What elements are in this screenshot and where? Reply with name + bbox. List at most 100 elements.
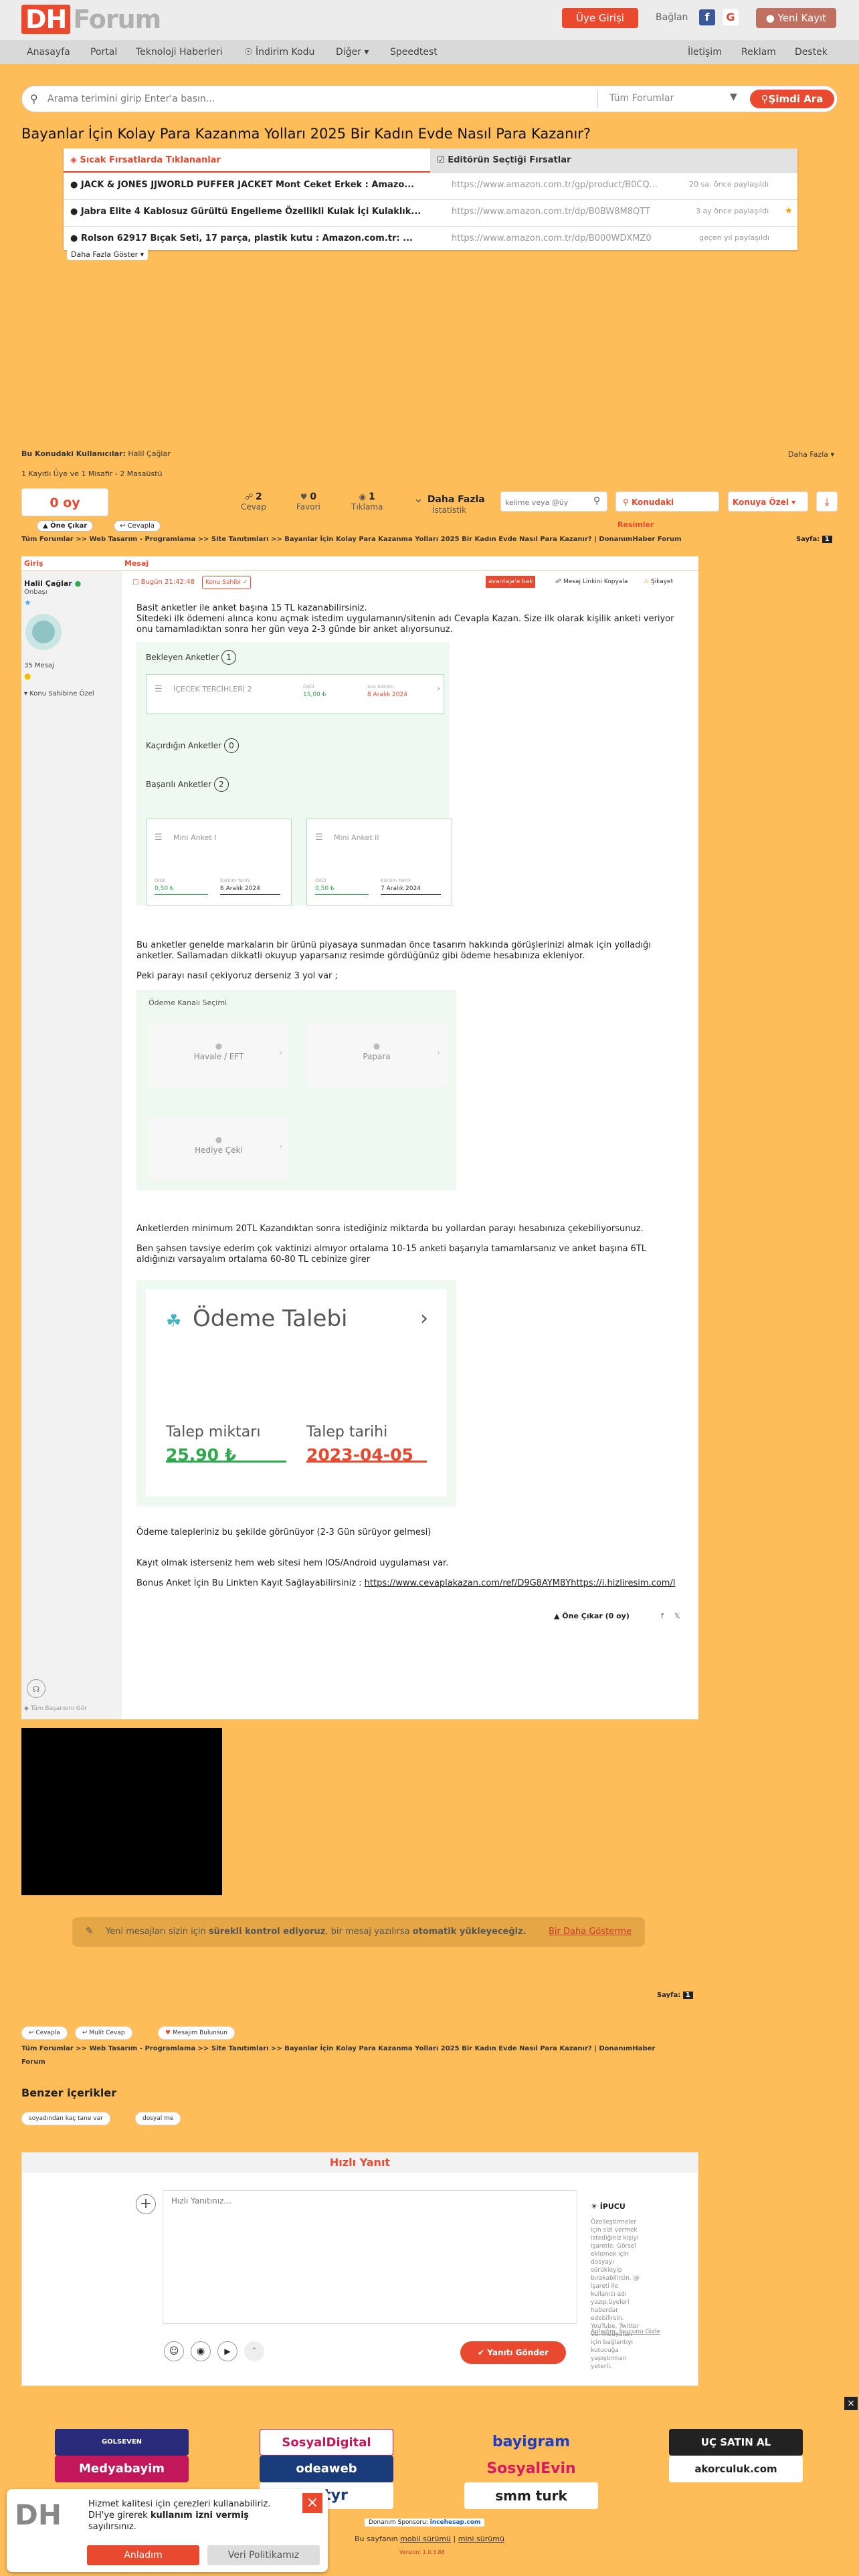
nav-item-tech-news[interactable]: Teknoloji Haberleri <box>136 47 223 58</box>
tab-editor-picks[interactable]: ☑ Editörün Seçtiği Fırsatlar <box>430 148 797 173</box>
scope-dropdown-icon[interactable]: ▼ <box>730 92 737 102</box>
page-label: Sayfa: <box>796 536 820 543</box>
report-button[interactable]: ⚠ Şikayet <box>644 576 673 587</box>
images-link[interactable]: Resimler <box>617 520 654 529</box>
quick-reply-input[interactable] <box>163 2190 577 2324</box>
login-button[interactable]: Üye Girişi <box>562 8 638 28</box>
avatar[interactable] <box>25 614 62 650</box>
mini-version-link[interactable]: mini sürümü <box>458 2535 504 2543</box>
cookie-accept-button[interactable]: Anladım <box>87 2545 199 2565</box>
dismiss-notice-link[interactable]: Bir Daha Gösterme <box>549 1927 632 1937</box>
search-scope-select[interactable]: Tüm Forumlar <box>609 93 674 104</box>
close-icon[interactable]: × <box>302 2493 322 2513</box>
ad-banner[interactable]: bayigram <box>464 2429 598 2456</box>
deal-title[interactable]: ● Rolson 62917 Bıçak Seti, 17 parça, pla… <box>70 233 413 243</box>
ad-banner[interactable]: smm turk <box>464 2482 598 2509</box>
breadcrumb-bottom[interactable]: Tüm Forumlar >> Web Tasarım - Programlam… <box>21 2042 664 2069</box>
ad-banner[interactable]: SosyalEvin <box>464 2456 598 2482</box>
viewer-user[interactable]: Halil Çağlar <box>128 449 170 458</box>
headphones-icon[interactable]: ☊ <box>27 1679 45 1698</box>
logo-dh[interactable]: DH <box>21 5 71 34</box>
facebook-share-icon[interactable]: f <box>661 1611 664 1622</box>
nav-item-portal[interactable]: Portal <box>90 47 117 58</box>
breadcrumb[interactable]: Tüm Forumlar >> Web Tasarım - Programlam… <box>21 536 682 543</box>
nav-item-speedtest[interactable]: Speedtest <box>390 47 438 58</box>
ad-banner[interactable]: akorculuk.com <box>669 2456 803 2482</box>
viewers-more-button[interactable]: Daha Fazla ▾ <box>788 450 834 459</box>
deal-time: 20 sa. önce paylaşıldı <box>689 180 769 189</box>
ad-banner[interactable]: odeaweb <box>260 2456 393 2482</box>
nav-item-other[interactable]: Diğer ▾ <box>336 47 369 58</box>
advantage-badge[interactable]: avantaja'e bak <box>486 576 536 588</box>
search-submit-button[interactable]: ⚲Şimdi Ara <box>750 90 834 108</box>
nav-item-discount[interactable]: ☉ İndirim Kodu <box>244 47 314 58</box>
download-icon[interactable]: ⤓ <box>816 492 838 512</box>
author-menu-button[interactable]: ▾ Konu Sahibine Özel <box>24 690 94 697</box>
video-icon[interactable]: ▶ <box>217 2341 237 2361</box>
author-name[interactable]: Halil Çağlar ● <box>24 579 81 588</box>
ad-banner[interactable]: UÇ SATIN AL <box>669 2429 803 2456</box>
post-date[interactable]: □ Bugün 21:42:48 <box>132 577 195 588</box>
ad-banner[interactable]: Medyabayim <box>55 2456 189 2482</box>
topic-search-input[interactable] <box>505 496 589 508</box>
google-icon[interactable]: G <box>723 9 739 25</box>
x-share-icon[interactable]: 𝕏 <box>674 1611 680 1622</box>
follow-button[interactable]: ♥ Mesajım Bulunsun <box>158 2026 235 2040</box>
ad-banner[interactable]: GOLSEVEN <box>55 2429 189 2456</box>
register-button[interactable]: ● Yeni Kayıt <box>756 8 836 28</box>
tab-hot-label: Sıcak Fırsatlarda Tıklananlar <box>80 155 221 165</box>
deal-row[interactable]: ● Jabra Elite 4 Kablosuz Gürültü Engelle… <box>64 199 797 223</box>
page-current[interactable]: 1 <box>682 1992 693 1999</box>
percent-icon: ☉ <box>244 47 256 58</box>
more-stats-button[interactable]: ⌄ Daha Fazla İstatistik <box>413 492 485 515</box>
expand-icon[interactable]: ⌃ <box>244 2341 264 2361</box>
tip-hide-link[interactable]: Anladım, İpucunu Gizle <box>591 2329 660 2335</box>
deal-url[interactable]: https://www.amazon.com.tr/dp/B000WDXMZ0 <box>452 233 652 243</box>
deal-url[interactable]: https://www.amazon.com.tr/gp/product/B0C… <box>452 180 658 190</box>
signature-link[interactable]: ◆ Tüm Başarısını Gör <box>24 1705 87 1712</box>
sponsor-link[interactable]: incehesap.com <box>430 2519 481 2526</box>
topic-special-button[interactable]: Konuya Özel ▾ <box>728 492 808 512</box>
page-label: Sayfa: <box>657 1992 681 1999</box>
site-logo[interactable]: DH Forum <box>21 5 161 34</box>
related-tag[interactable]: dosyal me <box>135 2112 181 2125</box>
deal-title[interactable]: ● Jabra Elite 4 Kablosuz Gürültü Engelle… <box>70 207 421 217</box>
tab-hot-deals[interactable]: ◈ Sıcak Fırsatlarda Tıklananlar <box>64 148 430 173</box>
multi-reply-button[interactable]: ↩ Mulit Cevap <box>75 2026 132 2040</box>
ad-block[interactable] <box>21 1728 222 1895</box>
reply-button[interactable]: ↩ Cevapla <box>21 2026 68 2040</box>
nav-item-ads[interactable]: Reklam <box>741 47 776 58</box>
more-stats-sub: İstatistik <box>432 506 467 515</box>
favs-value: 0 <box>310 492 317 502</box>
related-tag[interactable]: soyadından kaç tane var <box>21 2112 110 2125</box>
logo-forum-text[interactable]: Forum <box>73 5 161 34</box>
upvote-button[interactable]: ▲ Öne Çıkar <box>37 520 94 532</box>
show-more-deals-button[interactable]: Daha Fazla Göster ▾ <box>67 249 149 260</box>
topic-search-select[interactable]: ⚲ Konudaki <box>615 492 719 512</box>
close-icon[interactable]: × <box>844 2397 858 2410</box>
post-upvote-button[interactable]: ▲ Öne Çıkar (0 oy) <box>554 1611 630 1622</box>
camera-icon[interactable]: ◉ <box>191 2341 211 2361</box>
deal-row[interactable]: ● JACK & JONES JJWORLD PUFFER JACKET Mon… <box>64 173 797 197</box>
copy-link-button[interactable]: ☍ Mesaj Linkini Kopyala <box>555 576 628 587</box>
plus-icon[interactable]: + <box>136 2194 156 2214</box>
emoji-icon[interactable]: ☺ <box>164 2341 184 2361</box>
nav-item-contact[interactable]: İletişim <box>688 47 722 58</box>
search-input[interactable] <box>47 90 596 108</box>
ad-banner[interactable]: SosyalDigital <box>260 2429 393 2456</box>
cookie-policy-button[interactable]: Veri Politikamız <box>207 2545 320 2565</box>
mobile-version-link[interactable]: mobil sürümü <box>400 2535 451 2543</box>
facebook-icon[interactable]: f <box>699 9 715 25</box>
send-reply-button[interactable]: ✔ Yanıtı Gönder <box>460 2341 566 2364</box>
bonus-link[interactable]: https://www.cevaplakazan.com/ref/D9G8AYM… <box>365 1578 676 1588</box>
request-amount: 25,90 ₺ <box>166 1446 286 1463</box>
topic-title: Bayanlar İçin Kolay Para Kazanma Yolları… <box>21 126 591 142</box>
deal-url[interactable]: https://www.amazon.com.tr/dp/B0BW8M8QTT <box>452 207 650 217</box>
page-current[interactable]: 1 <box>822 536 832 543</box>
nav-item-support[interactable]: Destek <box>795 47 828 58</box>
search-icon[interactable]: ⚲ <box>593 496 600 506</box>
nav-item-home[interactable]: Anasayfa <box>27 47 70 58</box>
deal-row[interactable]: ● Rolson 62917 Bıçak Seti, 17 parça, pla… <box>64 226 797 250</box>
deal-title[interactable]: ● JACK & JONES JJWORLD PUFFER JACKET Mon… <box>70 180 414 190</box>
answer-button[interactable]: ↩ Cevapla <box>114 520 161 532</box>
